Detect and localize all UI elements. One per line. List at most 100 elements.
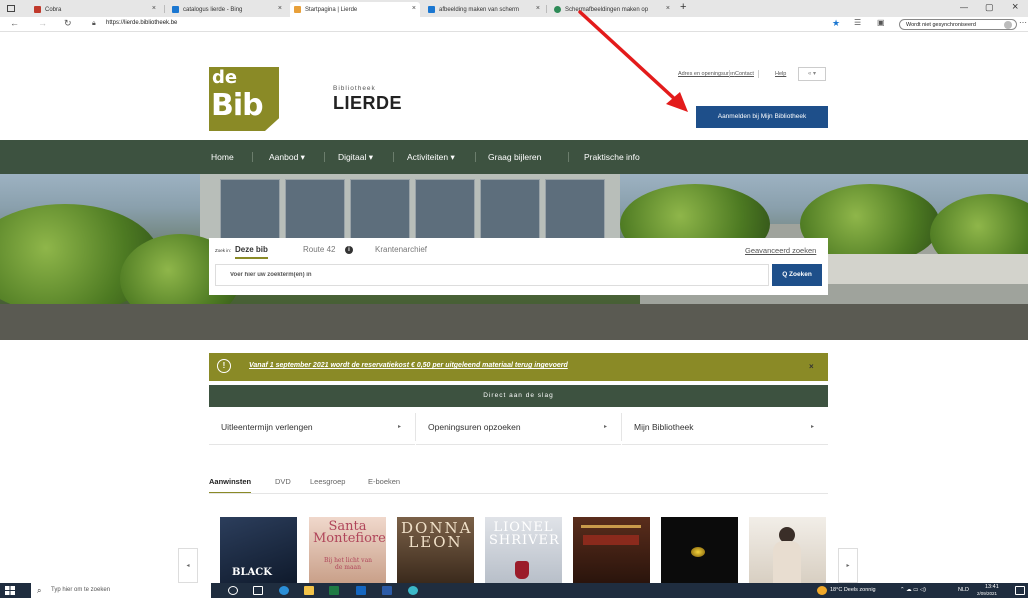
logo-bib-text: Bib [211,88,264,123]
browser-tab[interactable]: Cobra × [30,2,160,17]
tab-actions-icon[interactable] [7,5,15,12]
nav-aanbod[interactable]: Aanbod ▾ [269,152,305,163]
chevron-right-icon: ▸ [397,424,401,430]
alert-icon: ! [217,359,231,373]
browser-tab[interactable]: Schermafbeeldingen maken op × [550,2,674,17]
browser-tab[interactable]: afbeelding maken van scherm × [424,2,544,17]
close-window-button[interactable]: × [1012,1,1018,13]
library-name: LIERDE [333,93,403,113]
tab-route-42[interactable]: Route 42 [303,245,335,254]
tab-leesgroep[interactable]: Leesgroep [310,477,345,486]
new-tab-button[interactable]: + [680,1,686,13]
avatar-icon [1004,21,1012,29]
browser-tab-bar: Cobra × catalogus lierde - Bing × Startp… [0,0,1028,17]
favorite-star-icon[interactable]: ★ [832,18,840,29]
tray-icons[interactable]: ⌃ ☁ ▭ ◁) [900,587,926,593]
book-cover[interactable] [573,517,650,583]
url-field[interactable]: https://lierde.bibliotheek.be [106,20,177,26]
edge-icon[interactable] [279,586,289,595]
close-tab-icon[interactable]: × [666,5,670,12]
book-cover[interactable]: Santa Montefiore Bij het licht van de ma… [309,517,386,583]
refresh-icon[interactable]: ↻ [64,18,72,29]
bib-logo[interactable]: de Bib [209,67,279,131]
clock-date[interactable]: 2/09/2021 [977,591,997,596]
link-help[interactable]: Help [775,71,786,77]
search-input[interactable] [215,264,769,286]
file-explorer-icon[interactable] [304,586,314,595]
windows-start-icon[interactable] [5,586,15,595]
restore-button[interactable]: ▢ [985,2,994,13]
language-select[interactable]: « ▾ [798,67,826,81]
weather-icon [817,586,827,595]
tab-dvd[interactable]: DVD [275,477,291,486]
nav-digitaal[interactable]: Digitaal ▾ [338,152,373,163]
windows-taskbar: ⌕ Typ hier om te zoeken 18°C Deels zonni… [0,583,1028,598]
quick-item-label: Mijn Bibliotheek [634,421,694,432]
quick-item-verlengen[interactable]: Uitleentermijn verlengen ▸ [209,409,415,445]
tab-e-boeken[interactable]: E-boeken [368,477,400,486]
tab-label: Startpagina | Lierde [305,6,358,13]
book-cover[interactable]: BLACK [220,517,297,583]
carousel-prev-button[interactable]: ◂ [178,548,198,583]
cortana-icon[interactable] [228,586,238,595]
quick-item-label: Uitleentermijn verlengen [221,421,313,432]
notice-link[interactable]: Vanaf 1 september 2021 wordt de reservat… [249,362,568,369]
tab-deze-bib[interactable]: Deze bib [235,245,268,259]
library-label: Bibliotheek [333,85,376,92]
advanced-search-link[interactable]: Geavanceerd zoeken [745,246,816,255]
tab-label: Cobra [45,6,62,13]
tab-label: afbeelding maken van scherm [439,6,520,13]
word-icon[interactable] [382,586,392,595]
close-tab-icon[interactable]: × [412,5,416,12]
nav-activiteiten[interactable]: Activiteiten ▾ [407,152,455,163]
close-tab-icon[interactable]: × [536,5,540,12]
quick-item-label: Openingsuren opzoeken [428,421,521,432]
sync-label: Wordt niet gesynchroniseerd [906,21,976,28]
tab-aanwinsten[interactable]: Aanwinsten [209,477,252,494]
taskbar-search-field[interactable]: ⌕ Typ hier om te zoeken [31,583,211,598]
sync-profile-button[interactable]: Wordt niet gesynchroniseerd [899,19,1017,30]
login-button[interactable]: Aanmelden bij Mijn Bibliotheek [696,106,828,128]
search-button[interactable]: Q Zoeken [772,264,822,286]
link-contact[interactable]: Contact [735,71,754,77]
notice-banner: ! Vanaf 1 september 2021 wordt de reserv… [209,353,828,381]
weather-label[interactable]: 18°C Deels zonnig [830,587,876,593]
excel-icon[interactable] [329,586,339,595]
book-cover[interactable]: LIONEL SHRIVER [485,517,562,583]
edge-new-icon[interactable] [408,586,418,595]
browser-tab[interactable]: catalogus lierde - Bing × [168,2,286,17]
quick-item-openingsuren[interactable]: Openingsuren opzoeken ▸ [416,409,621,445]
main-navigation: Home Aanbod ▾ Digitaal ▾ Activiteiten ▾ … [0,140,1028,174]
nav-home[interactable]: Home [211,152,234,162]
notifications-icon[interactable] [1015,586,1025,595]
quick-item-mijn-bibliotheek[interactable]: Mijn Bibliotheek ▸ [622,409,828,445]
book-cover[interactable] [749,517,826,583]
minimize-button[interactable]: — [960,3,968,12]
close-tab-icon[interactable]: × [152,5,156,12]
info-icon[interactable]: i [345,246,353,254]
task-view-icon[interactable] [253,586,263,595]
chevron-right-icon: ▸ [810,424,814,430]
nav-praktische-info[interactable]: Praktische info [584,152,640,162]
forward-icon[interactable]: → [38,18,47,28]
language-indicator[interactable]: NLD [958,587,969,593]
search-scope-label: Zoek in: [215,248,232,253]
more-menu-icon[interactable]: ⋯ [1019,18,1027,27]
clock-time[interactable]: 13:41 [985,584,999,590]
close-notice-icon[interactable]: × [809,362,814,371]
nav-graag-bijleren[interactable]: Graag bijleren [488,152,541,162]
outlook-icon[interactable] [356,586,366,595]
link-adres-openingsuren[interactable]: Adres en openingsuren [678,71,735,77]
close-tab-icon[interactable]: × [278,5,282,12]
favorites-list-icon[interactable]: ☰ [854,18,861,27]
carousel-next-button[interactable]: ▸ [838,548,858,583]
browser-tab-active[interactable]: Startpagina | Lierde × [290,2,420,17]
book-cover[interactable]: DONNA LEON [397,517,474,583]
favicon-icon [294,6,301,13]
back-icon[interactable]: ← [10,18,19,28]
favicon-icon [172,6,179,13]
book-cover[interactable] [661,517,738,583]
collections-icon[interactable]: ▣ [877,18,885,27]
tab-krantenarchief[interactable]: Krantenarchief [375,245,427,254]
search-panel: Zoek in: Deze bib Route 42 i Krantenarch… [209,238,828,295]
